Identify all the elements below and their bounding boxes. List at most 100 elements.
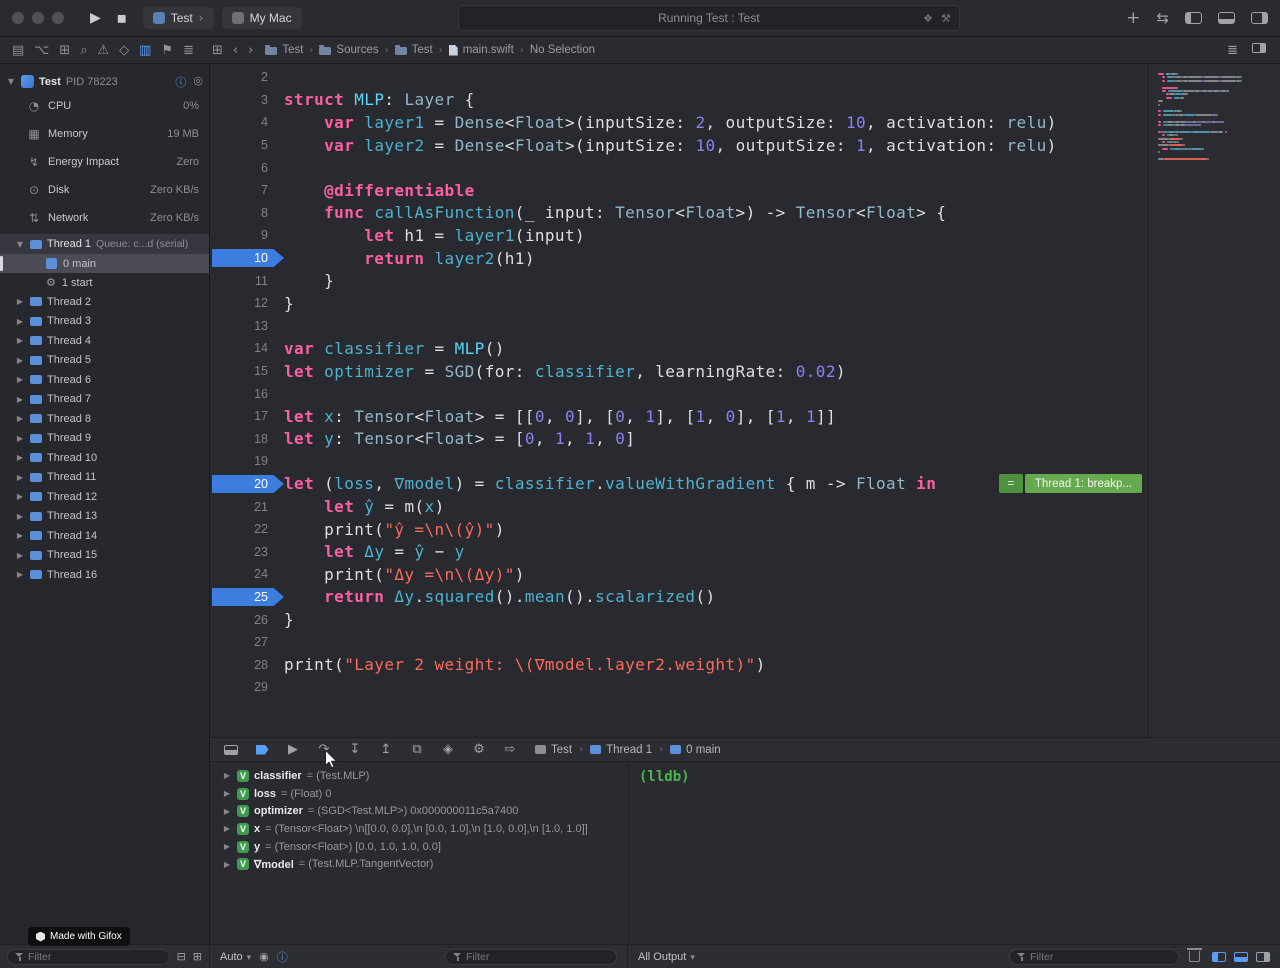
disclosure-triangle-icon[interactable] bbox=[222, 771, 232, 780]
editor-options-button[interactable] bbox=[1227, 43, 1238, 58]
quick-look-button[interactable] bbox=[259, 950, 269, 963]
stop-button[interactable] bbox=[109, 8, 135, 28]
disclosure-triangle-icon[interactable] bbox=[15, 434, 25, 443]
sidebar-filter-input[interactable] bbox=[28, 951, 162, 963]
go-forward-button[interactable]: › bbox=[248, 43, 253, 58]
sidebar-item-thread-2[interactable]: Thread 2 bbox=[0, 292, 209, 312]
breakpoint-hit-annotation[interactable]: =Thread 1: breakp... bbox=[999, 475, 1142, 494]
variable-row[interactable]: Vy= (Tensor<Float>) [0.0, 1.0, 1.0, 0.0] bbox=[210, 838, 628, 856]
breadcrumb-item[interactable]: Sources bbox=[319, 44, 378, 56]
toggle-inspector-panel-button[interactable] bbox=[1256, 952, 1270, 962]
source-control-navigator-button[interactable]: ⌥ bbox=[34, 43, 49, 58]
source-editor[interactable]: 23struct MLP: Layer {4 var layer1 = Dens… bbox=[210, 64, 1148, 737]
toggle-variables-view-button[interactable] bbox=[1212, 952, 1226, 962]
code-line-24[interactable]: 24 print("Δy =\n\(Δy)") bbox=[210, 563, 1148, 586]
sidebar-gauge-memory[interactable]: ▦Memory19 MB bbox=[0, 120, 209, 148]
activate-breakpoints-button[interactable] bbox=[253, 741, 271, 759]
console-filter-field[interactable] bbox=[1009, 949, 1179, 965]
code-line-8[interactable]: 8 func callAsFunction(_ input: Tensor<Fl… bbox=[210, 202, 1148, 225]
sidebar-gauge-disk[interactable]: ⊙DiskZero KB/s bbox=[0, 176, 209, 204]
breadcrumb-item[interactable]: Test bbox=[265, 44, 303, 56]
disclosure-triangle-icon[interactable] bbox=[15, 297, 25, 306]
sidebar-item-frame-0-main[interactable]: 0 main bbox=[0, 254, 209, 273]
disclosure-triangle-icon[interactable] bbox=[15, 317, 25, 326]
variable-row[interactable]: Vclassifier= (Test.MLP) bbox=[210, 767, 628, 785]
toggle-debug-area-button[interactable] bbox=[1218, 12, 1235, 24]
disclosure-triangle-icon[interactable] bbox=[15, 492, 25, 501]
code-line-2[interactable]: 2 bbox=[210, 66, 1148, 89]
minimap[interactable] bbox=[1148, 64, 1280, 737]
code-line-12[interactable]: 12} bbox=[210, 292, 1148, 315]
clear-console-button[interactable] bbox=[1189, 951, 1200, 962]
breakpoint-marker[interactable]: 10 bbox=[210, 247, 284, 270]
breadcrumb-item[interactable]: main.swift bbox=[449, 44, 514, 56]
variable-row[interactable]: Voptimizer= (SGD<Test.MLP>) 0x000000011c… bbox=[210, 802, 628, 820]
sidebar-item-frame-1-start[interactable]: ⚙1 start bbox=[0, 273, 209, 292]
info-icon[interactable] bbox=[175, 74, 186, 90]
disclosure-triangle-icon[interactable] bbox=[222, 824, 232, 833]
variable-row[interactable]: V∇model= (Test.MLP.TangentVector) bbox=[210, 855, 628, 873]
code-line-20[interactable]: 20let (loss, ∇model) = classifier.valueW… bbox=[210, 473, 1148, 496]
zoom-window-button[interactable] bbox=[52, 12, 64, 24]
variable-row[interactable]: Vx= (Tensor<Float>) \n[[0.0, 0.0],\n [0.… bbox=[210, 820, 628, 838]
code-line-18[interactable]: 18let y: Tensor<Float> = [0, 1, 1, 0] bbox=[210, 428, 1148, 451]
debug-breadcrumb-item[interactable]: 0 main bbox=[670, 744, 721, 756]
step-out-button[interactable]: ↥ bbox=[377, 741, 395, 759]
sidebar-item-thread-1[interactable]: Thread 1 Queue: c...d (serial) bbox=[0, 234, 209, 254]
code-line-9[interactable]: 9 let h1 = layer1(input) bbox=[210, 224, 1148, 247]
test-navigator-button[interactable]: ◇ bbox=[119, 43, 129, 58]
hide-debug-area-button[interactable] bbox=[222, 741, 240, 759]
disclosure-triangle-icon[interactable] bbox=[222, 842, 232, 851]
sidebar-item-process[interactable]: Test PID 78223 bbox=[0, 71, 209, 92]
sidebar-item-thread-4[interactable]: Thread 4 bbox=[0, 331, 209, 351]
disclosure-triangle-icon[interactable] bbox=[222, 860, 232, 869]
sidebar-item-thread-12[interactable]: Thread 12 bbox=[0, 487, 209, 507]
code-line-4[interactable]: 4 var layer1 = Dense<Float>(inputSize: 2… bbox=[210, 111, 1148, 134]
breadcrumb-item[interactable]: No Selection bbox=[530, 44, 595, 56]
breakpoint-marker[interactable]: 25 bbox=[210, 586, 284, 609]
disclosure-triangle-icon[interactable] bbox=[15, 512, 25, 521]
code-line-15[interactable]: 15let optimizer = SGD(for: classifier, l… bbox=[210, 360, 1148, 383]
close-window-button[interactable] bbox=[12, 12, 24, 24]
disclosure-triangle-icon[interactable] bbox=[15, 473, 25, 482]
disclosure-triangle-icon[interactable] bbox=[6, 77, 16, 86]
go-back-button[interactable]: ‹ bbox=[233, 43, 238, 58]
toggle-console-button[interactable] bbox=[1234, 952, 1248, 962]
library-button[interactable] bbox=[1126, 8, 1140, 28]
sidebar-item-thread-15[interactable]: Thread 15 bbox=[0, 546, 209, 566]
sidebar-item-thread-11[interactable]: Thread 11 bbox=[0, 468, 209, 488]
code-line-11[interactable]: 11 } bbox=[210, 269, 1148, 292]
sidebar-filter-field[interactable] bbox=[7, 949, 170, 965]
code-line-5[interactable]: 5 var layer2 = Dense<Float>(inputSize: 1… bbox=[210, 134, 1148, 157]
filter-running-button[interactable] bbox=[177, 950, 186, 963]
debug-breadcrumb-item[interactable]: Thread 1 bbox=[590, 744, 652, 756]
step-into-button[interactable]: ↧ bbox=[346, 741, 364, 759]
variables-filter-input[interactable] bbox=[466, 951, 609, 963]
sidebar-gauge-cpu[interactable]: ◔CPU0% bbox=[0, 92, 209, 120]
code-line-13[interactable]: 13 bbox=[210, 315, 1148, 338]
disclosure-triangle-icon[interactable] bbox=[15, 570, 25, 579]
view-mode-button[interactable] bbox=[193, 950, 202, 963]
disclosure-triangle-icon[interactable] bbox=[222, 789, 232, 798]
code-line-3[interactable]: 3struct MLP: Layer { bbox=[210, 89, 1148, 112]
code-line-27[interactable]: 27 bbox=[210, 631, 1148, 654]
disclosure-triangle-icon[interactable] bbox=[15, 395, 25, 404]
sidebar-gauge-energy-impact[interactable]: ↯Energy ImpactZero bbox=[0, 148, 209, 176]
code-line-16[interactable]: 16 bbox=[210, 382, 1148, 405]
code-line-28[interactable]: 28print("Layer 2 weight: \(∇model.layer2… bbox=[210, 653, 1148, 676]
run-button[interactable] bbox=[82, 8, 109, 28]
code-line-17[interactable]: 17let x: Tensor<Float> = [[0, 0], [0, 1]… bbox=[210, 405, 1148, 428]
variable-info-button[interactable] bbox=[277, 949, 288, 965]
code-line-14[interactable]: 14var classifier = MLP() bbox=[210, 337, 1148, 360]
disclosure-triangle-icon[interactable] bbox=[222, 807, 232, 816]
disclosure-triangle-icon[interactable] bbox=[15, 240, 25, 249]
toggle-inspector-button[interactable] bbox=[1251, 12, 1268, 24]
destination-selector[interactable]: My Mac bbox=[222, 7, 302, 29]
report-navigator-button[interactable]: ≣ bbox=[183, 43, 194, 58]
sidebar-item-thread-10[interactable]: Thread 10 bbox=[0, 448, 209, 468]
issue-navigator-button[interactable]: ⚠ bbox=[97, 43, 109, 58]
disclosure-triangle-icon[interactable] bbox=[15, 551, 25, 560]
disclosure-triangle-icon[interactable] bbox=[15, 414, 25, 423]
console-output-selector[interactable]: All Output bbox=[638, 950, 695, 963]
variables-scope-selector[interactable]: Auto bbox=[220, 950, 251, 963]
